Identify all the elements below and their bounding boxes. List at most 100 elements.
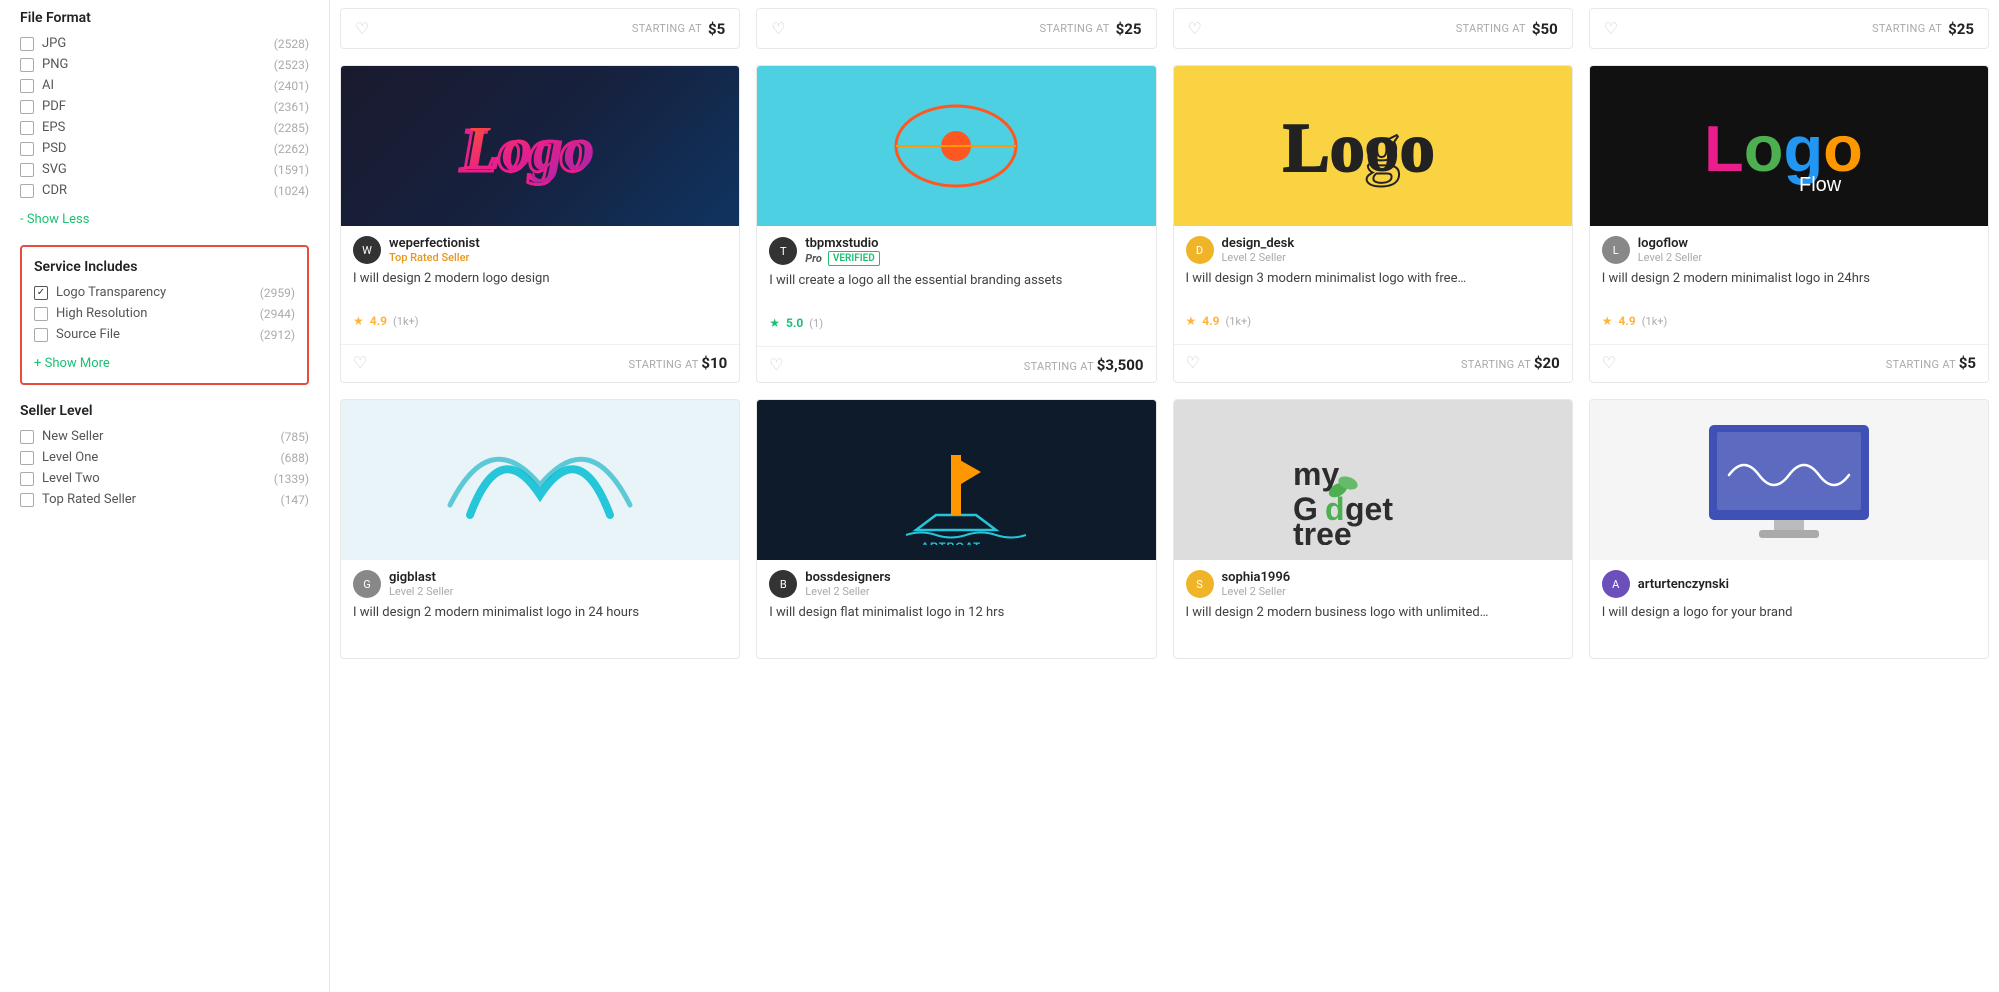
gig-row-1: Logo Logo W (340, 57, 1989, 391)
count-top-rated: (147) (280, 493, 309, 507)
show-more-service-includes[interactable]: + Show More (34, 356, 110, 371)
label-source-file: Source File (56, 327, 120, 342)
filter-psd[interactable]: PSD (2262) (20, 141, 309, 156)
filter-jpg[interactable]: JPG (2528) (20, 36, 309, 51)
seller-info-gigblast: G gigblast Level 2 Seller (353, 570, 727, 598)
heart-icon-tbpmx[interactable]: ♡ (769, 355, 783, 374)
seller-details-artur: arturtenczynski (1638, 577, 1976, 592)
checkbox-svg[interactable] (20, 163, 34, 177)
sidebar: File Format JPG (2528) PNG (2523) AI (0, 0, 330, 992)
checkbox-pdf[interactable] (20, 100, 34, 114)
filter-level-one[interactable]: Level One (688) (20, 450, 309, 465)
filter-level-two[interactable]: Level Two (1339) (20, 471, 309, 486)
checkbox-eps[interactable] (20, 121, 34, 135)
filter-logo-transparency[interactable]: Logo Transparency (2959) (34, 285, 295, 300)
count-pdf: (2361) (274, 100, 309, 114)
service-includes-title: Service Includes (34, 259, 295, 275)
seller-name-design-desk: design_desk (1222, 236, 1560, 251)
checkbox-level-one[interactable] (20, 451, 34, 465)
avatar-bossdesigners: B (769, 570, 797, 598)
heart-icon-design-desk[interactable]: ♡ (1186, 353, 1200, 372)
gig-card-tbpmx: T tbpmxstudio Pro VERIFIED I will create… (756, 65, 1156, 383)
filter-png[interactable]: PNG (2523) (20, 57, 309, 72)
gig-title-logoflow: I will design 2 modern minimalist logo i… (1602, 270, 1976, 306)
label-svg: SVG (42, 162, 67, 177)
seller-level-sophia: Level 2 Seller (1222, 585, 1560, 598)
svg-text:ARTBOAT: ARTBOAT (921, 541, 981, 545)
rating-count-design-desk: (1k+) (1226, 315, 1252, 328)
label-high-resolution: High Resolution (56, 306, 147, 321)
checkbox-level-two[interactable] (20, 472, 34, 486)
rating-row-weperfectionist: ★ 4.9 (1k+) (353, 314, 727, 328)
gig-footer-design-desk: ♡ STARTING AT $20 (1174, 344, 1572, 380)
main-content: ♡ STARTING AT $5 ♡ STARTING AT $25 ♡ STA… (330, 0, 1999, 992)
heart-icon-logoflow[interactable]: ♡ (1602, 353, 1616, 372)
gig-image-artur (1590, 400, 1988, 560)
label-new-seller: New Seller (42, 429, 103, 444)
star-icon-weperfectionist: ★ (353, 314, 364, 328)
rating-count-logoflow: (1k+) (1642, 315, 1668, 328)
seller-name-artur: arturtenczynski (1638, 577, 1976, 592)
filter-new-seller[interactable]: New Seller (785) (20, 429, 309, 444)
gig-title-weperfectionist: I will design 2 modern logo design (353, 270, 727, 306)
filter-top-rated[interactable]: Top Rated Seller (147) (20, 492, 309, 507)
gig-body-gigblast: G gigblast Level 2 Seller I will design … (341, 560, 739, 658)
seller-name-weperfectionist: weperfectionist (389, 236, 727, 251)
filter-source-file[interactable]: Source File (2912) (34, 327, 295, 342)
heart-icon-top1[interactable]: ♡ (355, 19, 369, 38)
checkbox-new-seller[interactable] (20, 430, 34, 444)
avatar-logoflow: L (1602, 236, 1630, 264)
label-jpg: JPG (42, 36, 66, 51)
heart-icon-top3[interactable]: ♡ (1188, 19, 1202, 38)
checkbox-ai[interactable] (20, 79, 34, 93)
rating-row-tbpmx: ★ 5.0 (1) (769, 316, 1143, 330)
checkbox-psd[interactable] (20, 142, 34, 156)
count-logo-transparency: (2959) (260, 286, 295, 300)
seller-level-title: Seller Level (20, 403, 309, 419)
gig-body-sophia: S sophia1996 Level 2 Seller I will desig… (1174, 560, 1572, 658)
filter-svg[interactable]: SVG (1591) (20, 162, 309, 177)
seller-level-weperfectionist: Top Rated Seller (389, 251, 727, 264)
gig-image-gigblast (341, 400, 739, 560)
rating-value-logoflow: 4.9 (1619, 314, 1636, 328)
seller-info-weperfectionist: W weperfectionist Top Rated Seller (353, 236, 727, 264)
count-level-two: (1339) (274, 472, 309, 486)
gig-footer-tbpmx: ♡ STARTING AT $3,500 (757, 346, 1155, 382)
show-less-file-format[interactable]: - Show Less (20, 212, 89, 227)
gig-footer-weperfectionist: ♡ STARTING AT $10 (341, 344, 739, 380)
checkbox-cdr[interactable] (20, 184, 34, 198)
count-jpg: (2528) (274, 37, 309, 51)
price-block-logoflow: STARTING AT $5 (1886, 354, 1976, 372)
avatar-gigblast: G (353, 570, 381, 598)
checkbox-top-rated[interactable] (20, 493, 34, 507)
price-top3: $50 (1532, 20, 1558, 38)
starting-label-top2: STARTING AT (1040, 22, 1110, 35)
heart-icon-weperfectionist[interactable]: ♡ (353, 353, 367, 372)
label-psd: PSD (42, 141, 66, 156)
count-svg: (1591) (274, 163, 309, 177)
top-card-4: ♡ STARTING AT $25 (1589, 8, 1989, 49)
gig-image-design-desk: Looo Logo (1174, 66, 1572, 226)
checkbox-logo-transparency[interactable] (34, 286, 48, 300)
checkbox-png[interactable] (20, 58, 34, 72)
seller-level-section: Seller Level New Seller (785) Level One … (20, 403, 309, 507)
starting-price-logoflow: $5 (1959, 354, 1976, 372)
filter-high-resolution[interactable]: High Resolution (2944) (34, 306, 295, 321)
heart-icon-top2[interactable]: ♡ (771, 19, 785, 38)
gig-card-artur: A arturtenczynski I will design a logo f… (1589, 399, 1989, 659)
seller-name-sophia: sophia1996 (1222, 570, 1560, 585)
svg-text:Logo: Logo (463, 115, 595, 183)
checkbox-high-resolution[interactable] (34, 307, 48, 321)
filter-ai[interactable]: AI (2401) (20, 78, 309, 93)
price-block-weperfectionist: STARTING AT $10 (628, 354, 727, 372)
gig-image-sophia: my G d get tree (1174, 400, 1572, 560)
heart-icon-top4[interactable]: ♡ (1604, 19, 1618, 38)
filter-pdf[interactable]: PDF (2361) (20, 99, 309, 114)
seller-details-bossdesigners: bossdesigners Level 2 Seller (805, 570, 1143, 598)
filter-cdr[interactable]: CDR (1024) (20, 183, 309, 198)
filter-eps[interactable]: EPS (2285) (20, 120, 309, 135)
checkbox-jpg[interactable] (20, 37, 34, 51)
svg-text:get: get (1345, 491, 1393, 527)
gig-footer-logoflow: ♡ STARTING AT $5 (1590, 344, 1988, 380)
checkbox-source-file[interactable] (34, 328, 48, 342)
